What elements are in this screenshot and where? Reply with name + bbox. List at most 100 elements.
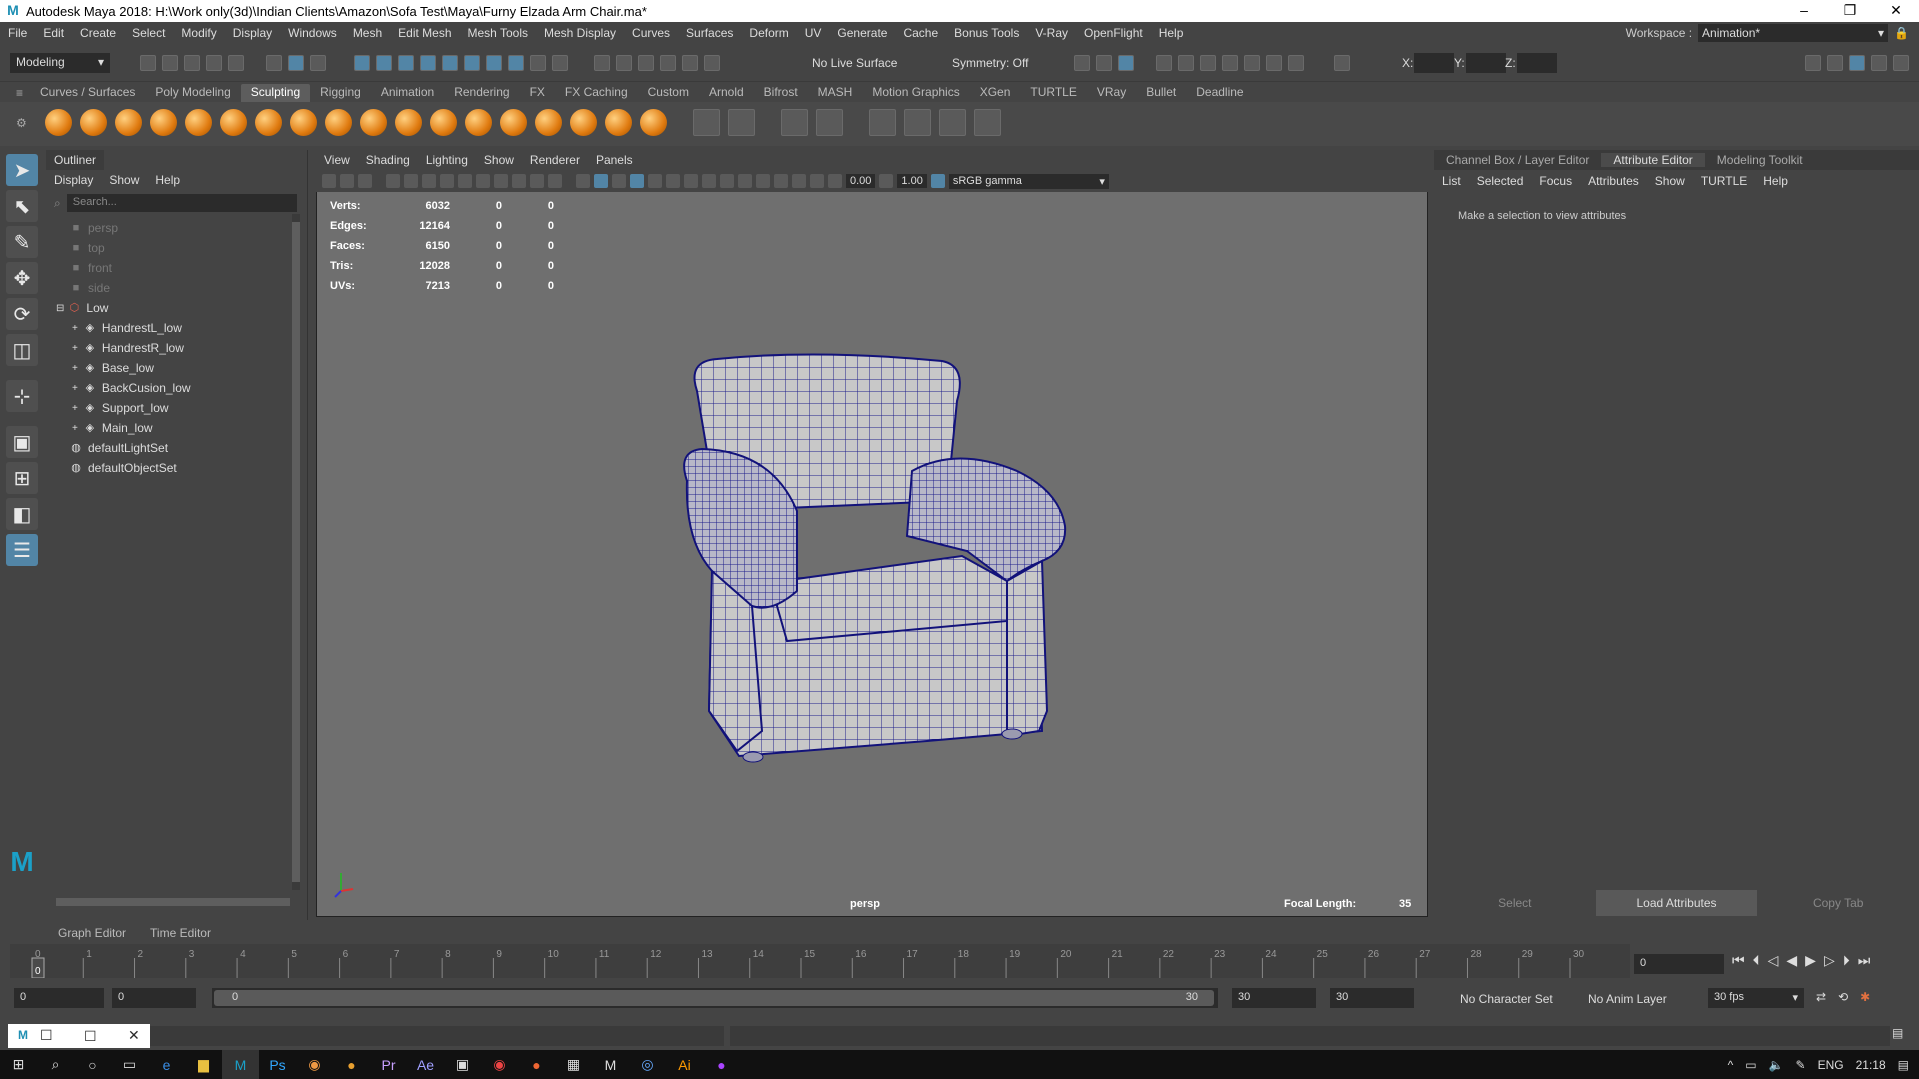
new-scene-icon[interactable] <box>140 55 156 71</box>
command-input[interactable]: M ☐ ☐ ✕ <box>8 1024 150 1048</box>
illustrator-icon[interactable]: Ai <box>666 1050 703 1079</box>
outliner-item[interactable]: + ◈ Main_low <box>46 418 307 438</box>
shelf-tab-animation[interactable]: Animation <box>371 84 444 102</box>
menu-windows[interactable]: Windows <box>280 26 345 40</box>
erase-mask-icon[interactable] <box>974 109 1001 136</box>
snap-grid-icon[interactable] <box>354 55 370 71</box>
outliner-menu-display[interactable]: Display <box>46 173 101 187</box>
attr-menu-attributes[interactable]: Attributes <box>1580 174 1647 188</box>
amplify-tool-icon[interactable] <box>605 109 632 136</box>
render-settings-icon[interactable] <box>1118 55 1134 71</box>
shelf-tab-fx-caching[interactable]: FX Caching <box>555 84 638 102</box>
lock-icon[interactable]: 🔒 <box>1894 26 1909 40</box>
2d-pan-zoom-icon[interactable] <box>404 174 418 188</box>
menu-bonus-tools[interactable]: Bonus Tools <box>946 26 1027 40</box>
outliner-item[interactable]: + ◈ HandrestR_low <box>46 338 307 358</box>
photos-icon[interactable]: ▣ <box>444 1050 481 1079</box>
outliner-search-input[interactable]: Search... <box>66 194 297 212</box>
viewport-menu-renderer[interactable]: Renderer <box>522 153 588 167</box>
expand-icon[interactable]: + <box>72 383 78 394</box>
menuset-select[interactable]: Modeling ▾ <box>10 53 110 73</box>
select-component-icon[interactable] <box>310 55 326 71</box>
attr-menu-selected[interactable]: Selected <box>1469 174 1532 188</box>
shelf-settings-icon[interactable]: ⚙ <box>16 116 27 130</box>
live-surface-label[interactable]: No Live Surface <box>812 56 897 70</box>
layout-two-icon[interactable]: ◧ <box>6 498 38 530</box>
render-globals-icon[interactable] <box>1200 55 1216 71</box>
vray-settings-icon[interactable] <box>1266 55 1282 71</box>
y-field[interactable] <box>1466 53 1506 73</box>
nodes-dropdown-icon[interactable] <box>704 55 720 71</box>
shelf-tab-deadline[interactable]: Deadline <box>1186 84 1253 102</box>
move-tool-icon[interactable]: ✥ <box>6 262 38 294</box>
viewport-menu-lighting[interactable]: Lighting <box>418 153 476 167</box>
tab-graph-editor[interactable]: Graph Editor <box>46 924 138 942</box>
depth-of-field-icon[interactable] <box>756 174 770 188</box>
playback-end-field[interactable]: 30 <box>1232 988 1316 1008</box>
image-plane-icon[interactable] <box>386 174 400 188</box>
tool-settings-icon[interactable] <box>1871 55 1887 71</box>
shelf-tab-xgen[interactable]: XGen <box>970 84 1021 102</box>
load-attributes-button[interactable]: Load Attributes <box>1595 890 1758 916</box>
lasso-tool-icon[interactable]: ⬉ <box>6 190 38 222</box>
bulge-tool-icon[interactable] <box>570 109 597 136</box>
go-to-end-icon[interactable]: ⏭ <box>1858 952 1871 969</box>
anti-aliasing-icon[interactable] <box>738 174 752 188</box>
notifications-icon[interactable]: ▤ <box>1898 1058 1909 1072</box>
attr-menu-list[interactable]: List <box>1434 174 1469 188</box>
relax-tool-icon[interactable] <box>115 109 142 136</box>
scrape-tool-icon[interactable] <box>430 109 457 136</box>
outliner-item[interactable]: ■ front <box>46 258 307 278</box>
attr-menu-focus[interactable]: Focus <box>1531 174 1580 188</box>
shadows-icon[interactable] <box>684 174 698 188</box>
sculpt-tool-icon[interactable] <box>45 109 72 136</box>
menu-uv[interactable]: UV <box>797 26 830 40</box>
close-button[interactable]: ✕ <box>1873 0 1919 22</box>
playback-start-field[interactable]: 0 <box>112 988 196 1008</box>
outliner-scrollbar[interactable] <box>292 214 300 890</box>
menu-cache[interactable]: Cache <box>895 26 946 40</box>
anim-layer-select[interactable]: No Anim Layer <box>1588 992 1667 1006</box>
motion-blur-icon[interactable] <box>720 174 734 188</box>
attribute-editor-icon[interactable] <box>1849 55 1865 71</box>
channel-box-icon[interactable] <box>1893 55 1909 71</box>
color-management-icon[interactable] <box>930 174 945 188</box>
outliner-tab[interactable]: Outliner <box>46 150 105 170</box>
pen-icon[interactable]: ✎ <box>1796 1058 1806 1072</box>
loop-icon[interactable]: ⇄ <box>1816 990 1826 1004</box>
premiere-icon[interactable]: Pr <box>370 1050 407 1079</box>
safe-action-icon[interactable] <box>530 174 544 188</box>
character-controls-icon[interactable] <box>1827 55 1843 71</box>
smooth-shade-icon[interactable] <box>594 174 608 188</box>
restore-button[interactable]: ❐ <box>1827 0 1873 22</box>
shelf-tab-rigging[interactable]: Rigging <box>310 84 371 102</box>
menu-edit[interactable]: Edit <box>35 26 72 40</box>
app-red-icon[interactable]: ◉ <box>481 1050 518 1079</box>
right-tab-modeling-toolkit[interactable]: Modeling Toolkit <box>1705 153 1815 167</box>
outliner-item[interactable]: + ◈ BackCusion_low <box>46 378 307 398</box>
redo-icon[interactable] <box>228 55 244 71</box>
shelf-tab-vray[interactable]: VRay <box>1087 84 1136 102</box>
xray-joints-icon[interactable] <box>810 174 824 188</box>
viewport-menu-view[interactable]: View <box>316 153 358 167</box>
invert-mask-icon[interactable] <box>939 109 966 136</box>
chrome-icon[interactable]: ◉ <box>296 1050 333 1079</box>
select-hierarchy-icon[interactable] <box>266 55 282 71</box>
transform-mode-icon[interactable] <box>1334 55 1350 71</box>
time-slider[interactable]: 0 1 2 3 4 5 6 7 8 9 10 11 12 13 14 15 16 17 18 19 20 21 22 23 24… <box>10 944 1630 979</box>
select-button[interactable]: Select <box>1434 890 1596 916</box>
range-slider[interactable]: 0 30 <box>212 988 1218 1008</box>
shelf-tab-poly-modeling[interactable]: Poly Modeling <box>145 84 240 102</box>
outliner-item[interactable]: + ◈ HandrestL_low <box>46 318 307 338</box>
menu-openflight[interactable]: OpenFlight <box>1076 26 1151 40</box>
network-icon[interactable]: ▭ <box>1745 1058 1756 1072</box>
undo-icon[interactable] <box>206 55 222 71</box>
command-field[interactable] <box>150 1026 724 1046</box>
lock-snap-icon[interactable] <box>530 55 546 71</box>
nodes-icon[interactable] <box>682 55 698 71</box>
play-back-icon[interactable]: ◀ <box>1786 952 1797 969</box>
shelf-tab-mash[interactable]: MASH <box>808 84 863 102</box>
right-tab-attribute-editor[interactable]: Attribute Editor <box>1601 153 1705 167</box>
preferences-icon[interactable]: ✱ <box>1860 990 1870 1004</box>
menu-generate[interactable]: Generate <box>829 26 895 40</box>
